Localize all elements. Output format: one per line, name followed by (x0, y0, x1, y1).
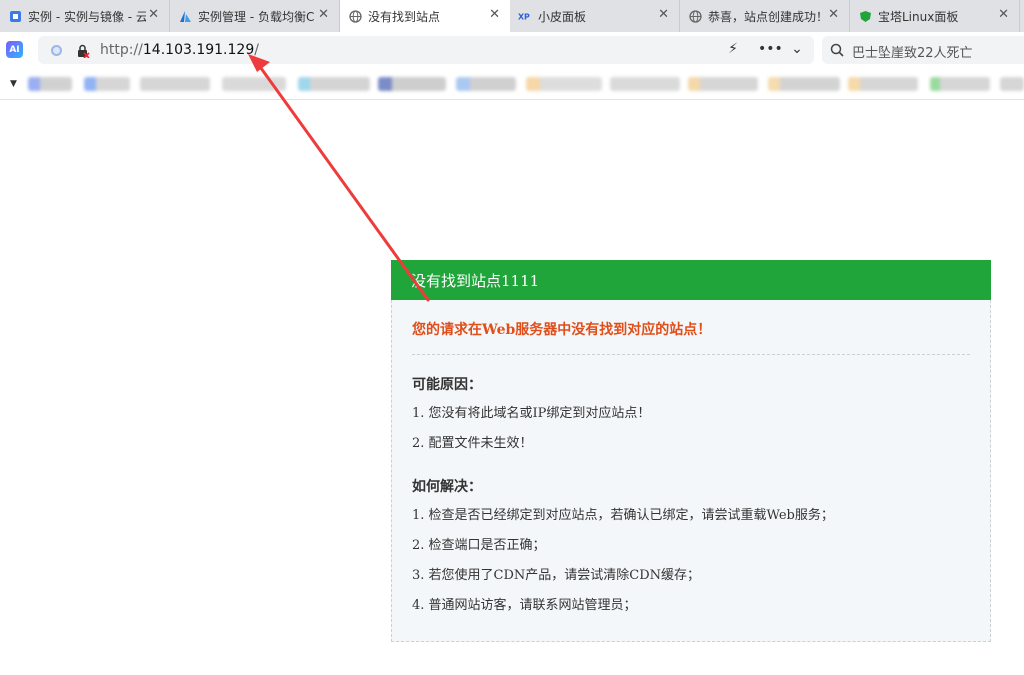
more-icon[interactable]: ••• (758, 41, 783, 57)
bookmark-item[interactable] (610, 77, 680, 91)
address-bar[interactable]: http://14.103.191.129/ ⚡ ••• ⌄ (38, 36, 814, 64)
search-icon (830, 42, 844, 57)
bookmarks-menu-arrow-icon[interactable]: ▼ (10, 79, 17, 89)
svg-text:XP: XP (518, 13, 530, 22)
bookmark-item[interactable] (84, 77, 130, 91)
bookmarks-bar: ▼ (0, 68, 1024, 100)
close-icon[interactable]: ✕ (828, 8, 839, 22)
chevron-down-icon[interactable]: ⌄ (790, 41, 804, 57)
tab-label: 宝塔Linux面板 (878, 9, 959, 24)
ai-assistant-icon[interactable]: AI (6, 41, 23, 58)
search-box[interactable]: 巴士坠崖致22人死亡 (822, 36, 1024, 64)
url-path: / (254, 42, 259, 58)
bookmark-item[interactable] (456, 77, 516, 91)
tab-label: 恭喜，站点创建成功！ (708, 9, 826, 24)
close-icon[interactable]: ✕ (148, 8, 159, 22)
tab-label: 实例管理 - 负载均衡C (198, 9, 315, 24)
close-icon[interactable]: ✕ (318, 8, 329, 22)
bookmark-item[interactable] (768, 77, 840, 91)
url-host: 14.103.191.129 (142, 42, 255, 58)
search-query: 巴士坠崖致22人死亡 (852, 46, 973, 61)
solutions-title: 如何解决： (412, 479, 482, 495)
globe-icon (348, 9, 362, 23)
list-item: 1. 检查是否已经绑定到对应站点，若确认已绑定，请尝试重载Web服务； (412, 508, 834, 523)
close-icon[interactable]: ✕ (998, 8, 1009, 22)
error-panel: 没有找到站点1111 您的请求在Web服务器中没有找到对应的站点！ 可能原因： … (391, 260, 991, 642)
cube-icon (8, 9, 22, 23)
bookmark-item[interactable] (526, 77, 602, 91)
list-item: 4. 普通网站访客，请联系网站管理员； (412, 598, 637, 613)
bookmark-item[interactable] (28, 77, 72, 91)
globe-icon (688, 9, 702, 23)
azure-icon (178, 9, 192, 23)
error-message: 您的请求在Web服务器中没有找到对应的站点！ (412, 319, 970, 355)
bookmark-item[interactable] (298, 77, 370, 91)
tab-site-created[interactable]: 恭喜，站点创建成功！ ✕ (680, 0, 850, 32)
site-info-icon[interactable] (51, 45, 62, 56)
bookmark-item[interactable] (378, 77, 446, 91)
bookmark-item[interactable] (222, 77, 286, 91)
bookmark-item[interactable] (930, 77, 990, 91)
bookmark-item[interactable] (1000, 77, 1024, 91)
tab-label: 没有找到站点 (368, 9, 441, 24)
url-text[interactable]: http://14.103.191.129/ (100, 42, 259, 58)
list-item: 1. 您没有将此域名或IP绑定到对应站点！ (412, 406, 651, 421)
tab-xp-panel[interactable]: XP 小皮面板 ✕ (510, 0, 680, 32)
list-item: 2. 检查端口是否正确； (412, 538, 546, 553)
close-icon[interactable]: ✕ (658, 8, 669, 22)
close-icon[interactable]: ✕ (489, 8, 500, 22)
bookmark-item[interactable] (848, 77, 918, 91)
panel-title: 没有找到站点1111 (391, 260, 991, 300)
navigation-bar: AI http://14.103.191.129/ ⚡ ••• ⌄ 巴士坠崖致2… (0, 32, 1024, 68)
tab-bt-panel[interactable]: 宝塔Linux面板 ✕ (850, 0, 1020, 32)
xp-logo-icon: XP (518, 9, 532, 23)
bookmark-item[interactable] (688, 77, 758, 91)
list-item: 2. 配置文件未生效！ (412, 436, 533, 451)
tab-strip: 实例 - 实例与镜像 - 云 ✕ 实例管理 - 负载均衡C ✕ 没有找到站点 ✕… (0, 0, 1024, 32)
tab-site-not-found[interactable]: 没有找到站点 ✕ (340, 0, 510, 32)
tab-label: 小皮面板 (538, 9, 587, 24)
bookmark-item[interactable] (140, 77, 210, 91)
tab-label: 实例 - 实例与镜像 - 云 (28, 9, 146, 24)
lightning-icon[interactable]: ⚡ (726, 41, 740, 57)
address-actions: ⚡ ••• ⌄ (726, 41, 804, 57)
tab-instance-management[interactable]: 实例管理 - 负载均衡C ✕ (170, 0, 340, 32)
insecure-lock-icon[interactable] (76, 43, 90, 59)
shield-icon (858, 9, 872, 23)
reasons-title: 可能原因： (412, 377, 482, 393)
url-scheme: http:// (100, 42, 143, 58)
tab-instances[interactable]: 实例 - 实例与镜像 - 云 ✕ (0, 0, 170, 32)
panel-body: 您的请求在Web服务器中没有找到对应的站点！ 可能原因： 1. 您没有将此域名或… (412, 319, 970, 616)
list-item: 3. 若您使用了CDN产品，请尝试清除CDN缓存； (412, 568, 701, 583)
